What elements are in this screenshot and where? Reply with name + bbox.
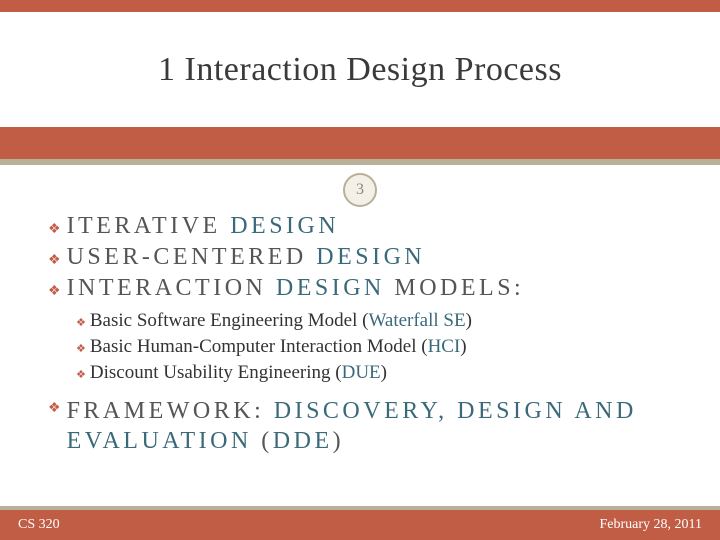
sub-waterfall: ❖ Basic Software Engineering Model (Wate… <box>76 310 672 332</box>
bullet-interaction-models: ❖ INTERACTION DESIGN MODELS: <box>48 275 672 302</box>
text-pre: Discount Usability Engineering ( <box>90 362 342 383</box>
sub-due: ❖ Discount Usability Engineering (DUE) <box>76 362 672 384</box>
sub-text: Basic Human-Computer Interaction Model (… <box>90 336 467 358</box>
bullet-framework: ❖ FRAMEWORK: DISCOVERY, DESIGN AND EVALU… <box>48 396 672 456</box>
bullet-iterative: ❖ ITERATIVE DESIGN <box>48 213 672 240</box>
slide-footer: CS 320 February 28, 2011 <box>0 506 720 540</box>
diamond-icon: ❖ <box>76 316 86 329</box>
sub-hci: ❖ Basic Human-Computer Interaction Model… <box>76 336 672 358</box>
text-post: ( <box>252 428 273 454</box>
diamond-icon: ❖ <box>76 342 86 355</box>
text-post: ) <box>460 336 466 357</box>
text-pre: Basic Human-Computer Interaction Model ( <box>90 336 428 357</box>
diamond-icon: ❖ <box>48 402 61 416</box>
diamond-icon: ❖ <box>76 368 86 381</box>
text-accent: DDE <box>273 428 333 454</box>
text-pre: ITERATIVE <box>67 213 231 239</box>
diamond-icon: ❖ <box>48 254 61 268</box>
bullet-text: INTERACTION DESIGN MODELS: <box>67 275 525 302</box>
text-accent: DESIGN <box>316 244 425 270</box>
text-post: MODELS: <box>385 275 524 301</box>
text-post: ) <box>333 428 345 454</box>
diamond-icon: ❖ <box>48 285 61 299</box>
slide-content: ❖ ITERATIVE DESIGN ❖ USER-CENTERED DESIG… <box>0 165 720 456</box>
text-accent: DUE <box>342 362 381 383</box>
bullet-text: ITERATIVE DESIGN <box>67 213 340 240</box>
bullet-text: USER-CENTERED DESIGN <box>67 244 426 271</box>
slide-title: 1 Interaction Design Process <box>158 51 562 89</box>
bullet-text: FRAMEWORK: DISCOVERY, DESIGN AND EVALUAT… <box>67 396 672 456</box>
page-number: 3 <box>356 181 364 199</box>
text-pre: Basic Software Engineering Model ( <box>90 310 369 331</box>
text-pre: INTERACTION <box>67 275 276 301</box>
footer-right: February 28, 2011 <box>599 517 702 533</box>
sub-text: Basic Software Engineering Model (Waterf… <box>90 310 472 332</box>
text-accent: HCI <box>428 336 461 357</box>
title-band: 1 Interaction Design Process <box>0 0 720 165</box>
text-post: ) <box>381 362 387 383</box>
text-accent: Waterfall SE <box>368 310 465 331</box>
text-pre: FRAMEWORK: <box>67 398 274 424</box>
text-accent: DESIGN <box>230 213 339 239</box>
bullet-user-centered: ❖ USER-CENTERED DESIGN <box>48 244 672 271</box>
diamond-icon: ❖ <box>48 223 61 237</box>
footer-left: CS 320 <box>18 517 60 533</box>
sub-text: Discount Usability Engineering (DUE) <box>90 362 387 384</box>
title-strip: 1 Interaction Design Process <box>0 12 720 127</box>
text-accent: DESIGN <box>276 275 385 301</box>
text-pre: USER-CENTERED <box>67 244 317 270</box>
text-post: ) <box>466 310 472 331</box>
sub-bullet-list: ❖ Basic Software Engineering Model (Wate… <box>76 310 672 384</box>
page-number-badge: 3 <box>343 173 377 207</box>
